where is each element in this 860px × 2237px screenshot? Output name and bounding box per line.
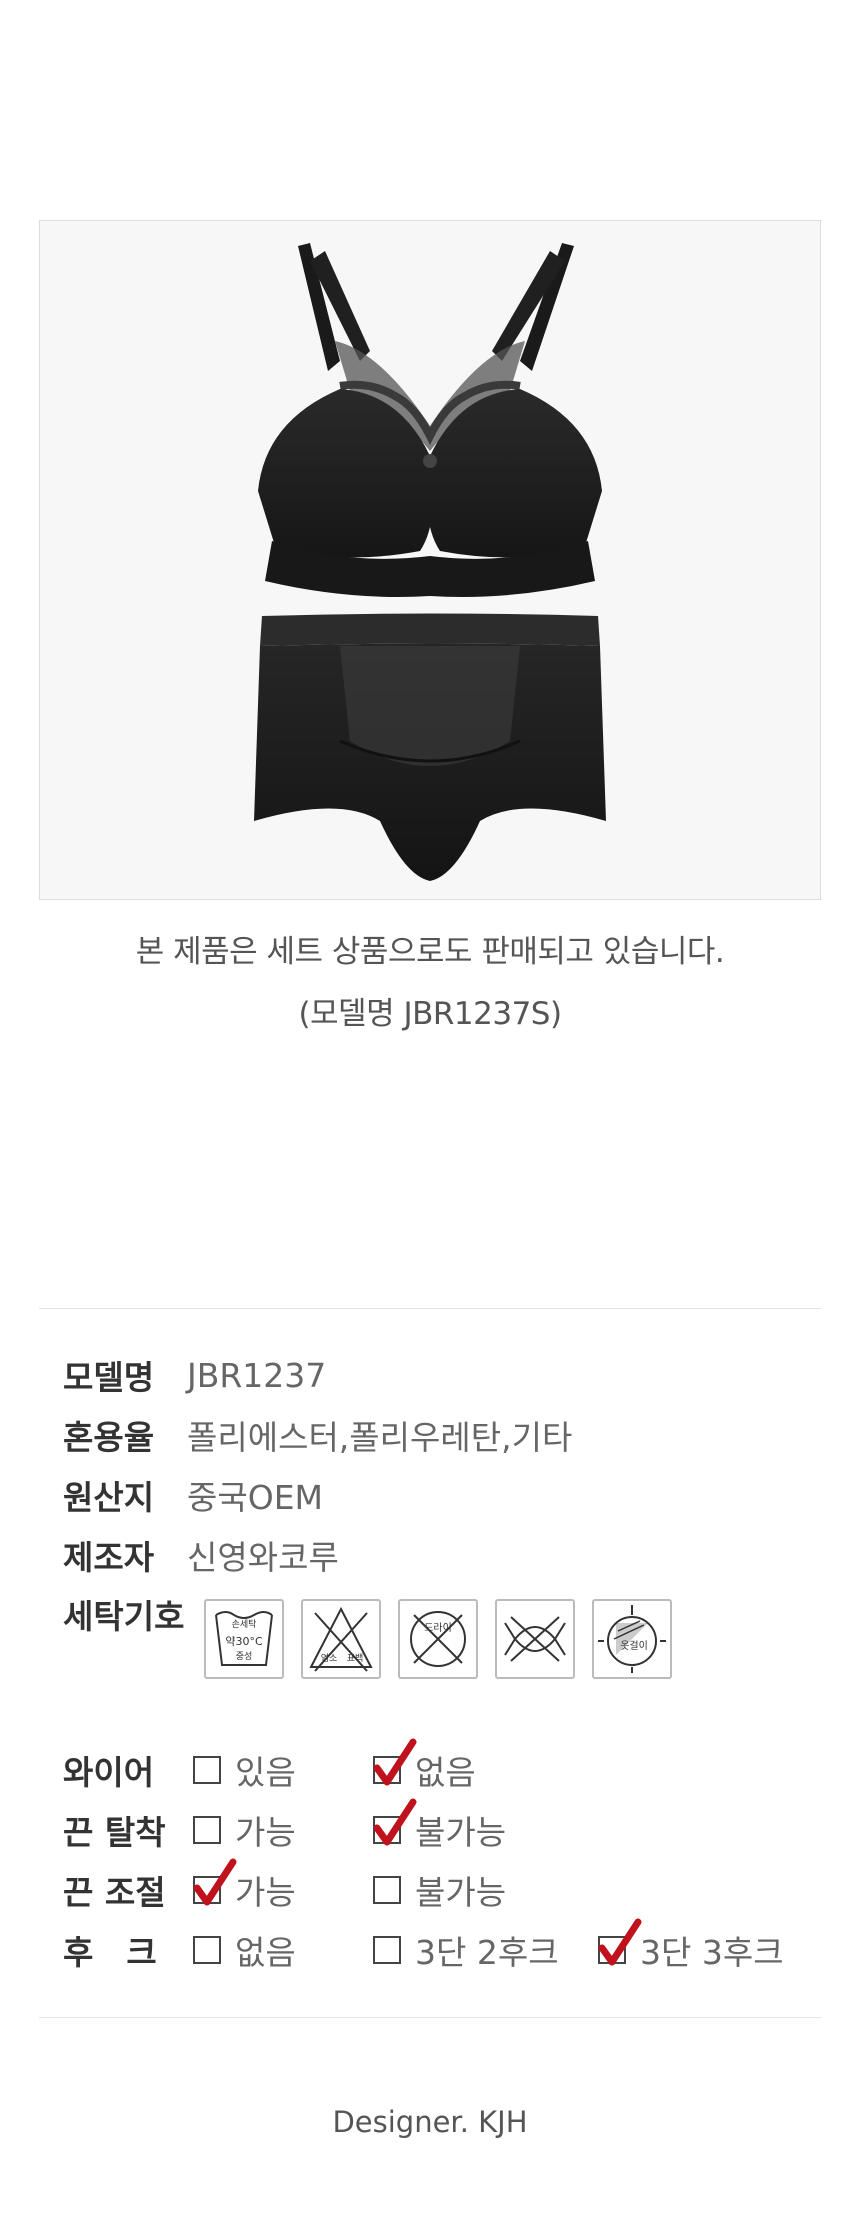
- option-row-hook: 후 크 없음 3단 2후크 3단 3후크: [63, 1918, 823, 1978]
- option-row-strap-detach: 끈 탈착 가능 불가능: [63, 1798, 823, 1858]
- option-row-strap-adjust: 끈 조절 가능 불가능: [63, 1858, 823, 1918]
- info-row-manufacturer: 제조자 신영와코루: [63, 1530, 339, 1580]
- option-label: 끈 탈착: [63, 1813, 166, 1852]
- option-choice[interactable]: 3단 2후크: [373, 1922, 559, 1978]
- option-label: 와이어: [63, 1753, 155, 1792]
- checkbox[interactable]: [598, 1918, 642, 1966]
- wash-icon-text: 중성: [236, 1651, 253, 1662]
- option-choice[interactable]: 없음: [373, 1738, 476, 1798]
- info-label: 모델명: [63, 1358, 155, 1397]
- option-choice[interactable]: 있음: [193, 1742, 296, 1798]
- option-text: 없음: [235, 1933, 296, 1972]
- option-text: 3단 2후크: [415, 1933, 559, 1972]
- wash-icon-text: 드라이: [424, 1622, 452, 1634]
- hand-wash-icon: 손세탁 약30°C 중성: [204, 1599, 284, 1679]
- wash-icon-text: 염소: [321, 1653, 338, 1664]
- checkbox[interactable]: [373, 1936, 401, 1964]
- check-mark-icon: [193, 1858, 237, 1906]
- shade-dry-icon: 옷걸이: [592, 1599, 672, 1679]
- info-label: 제조자: [63, 1538, 155, 1577]
- divider: [39, 2017, 821, 2018]
- info-value: 신영와코루: [187, 1538, 339, 1577]
- wash-icon-text: 손세탁: [232, 1618, 257, 1630]
- checkbox[interactable]: [193, 1816, 221, 1844]
- info-value: 중국OEM: [187, 1478, 324, 1517]
- info-row-material: 혼용율 폴리에스터,폴리우레탄,기타: [63, 1410, 572, 1460]
- option-choice[interactable]: 없음: [193, 1922, 296, 1978]
- option-text: 불가능: [415, 1873, 507, 1912]
- option-text: 없음: [415, 1753, 476, 1792]
- checkbox[interactable]: [373, 1798, 417, 1846]
- no-wring-icon: [495, 1599, 575, 1679]
- option-choice[interactable]: 가능: [193, 1858, 296, 1918]
- no-dryclean-icon: 드라이: [398, 1599, 478, 1679]
- option-label: 끈 조절: [63, 1873, 166, 1912]
- wash-icon-text: 약30°C: [225, 1634, 263, 1648]
- info-row-model: 모델명 JBR1237: [63, 1350, 326, 1400]
- designer-credit: Designer. KJH: [332, 2105, 528, 2139]
- option-text: 가능: [235, 1873, 296, 1912]
- wash-symbols-label: 세탁기호: [63, 1597, 185, 1636]
- option-choice[interactable]: 불가능: [373, 1862, 506, 1918]
- product-image: [39, 220, 821, 900]
- wash-icon-text: 옷걸이: [620, 1639, 648, 1652]
- option-text: 가능: [235, 1813, 296, 1852]
- option-text: 3단 3후크: [640, 1933, 784, 1972]
- checkbox[interactable]: [373, 1876, 401, 1904]
- info-row-origin: 원산지 중국OEM: [63, 1470, 323, 1520]
- checkbox[interactable]: [193, 1858, 237, 1906]
- option-choice[interactable]: 불가능: [373, 1798, 507, 1858]
- checkbox[interactable]: [193, 1756, 221, 1784]
- info-label: 원산지: [63, 1478, 155, 1517]
- set-notice-caption: 본 제품은 세트 상품으로도 판매되고 있습니다.: [135, 934, 725, 970]
- option-text: 불가능: [415, 1813, 507, 1852]
- check-mark-icon: [598, 1918, 642, 1966]
- option-choice[interactable]: 가능: [193, 1802, 296, 1858]
- no-bleach-icon: 염소 표백: [301, 1599, 381, 1679]
- option-choice[interactable]: 3단 3후크: [598, 1918, 784, 1978]
- check-mark-icon: [373, 1798, 417, 1846]
- check-mark-icon: [373, 1738, 417, 1786]
- info-label: 혼용율: [63, 1418, 155, 1457]
- checkbox[interactable]: [193, 1936, 221, 1964]
- option-row-wire: 와이어 있음 없음: [63, 1738, 823, 1798]
- set-model-caption: (모델명 JBR1237S): [298, 996, 562, 1032]
- checkbox[interactable]: [373, 1738, 417, 1786]
- option-label: 후 크: [63, 1933, 157, 1972]
- info-value: 폴리에스터,폴리우레탄,기타: [187, 1418, 573, 1457]
- info-value: JBR1237: [187, 1355, 327, 1395]
- divider: [39, 1308, 821, 1309]
- wash-icon-text: 표백: [347, 1653, 364, 1664]
- option-text: 있음: [235, 1753, 296, 1792]
